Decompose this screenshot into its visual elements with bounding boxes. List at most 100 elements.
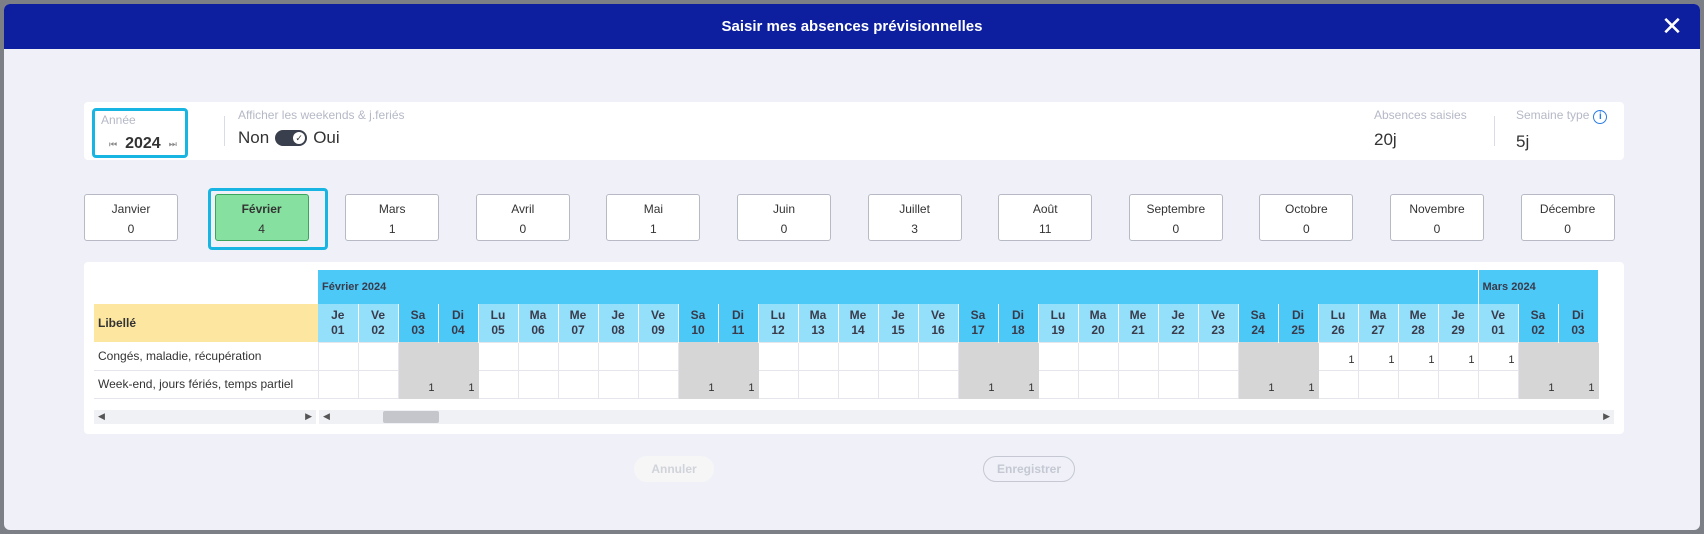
day-header: Me 28 xyxy=(1398,304,1439,342)
month-button[interactable]: Octobre 0 xyxy=(1259,194,1354,241)
toggle-on-label: Oui xyxy=(313,128,340,147)
day-name: Sa xyxy=(410,307,426,322)
month-button[interactable]: Mars 1 xyxy=(345,194,440,241)
day-cell[interactable] xyxy=(357,341,399,371)
day-cell[interactable] xyxy=(917,369,959,399)
check-icon: ✓ xyxy=(293,132,306,144)
day-cell[interactable] xyxy=(517,341,559,371)
day-number: 03 xyxy=(1571,322,1585,337)
day-cell xyxy=(997,341,1039,371)
month-button[interactable]: Décembre 0 xyxy=(1520,194,1615,241)
day-cell[interactable] xyxy=(797,341,839,371)
day-cell[interactable] xyxy=(637,369,679,399)
month-button[interactable]: Août 11 xyxy=(998,194,1093,241)
scroll-left-icon[interactable]: ◀ xyxy=(98,411,105,422)
day-cell[interactable] xyxy=(517,369,559,399)
month-name: Septembre xyxy=(1146,202,1206,216)
day-cell[interactable] xyxy=(1037,341,1079,371)
next-year-icon[interactable]: ⏭ xyxy=(169,139,177,150)
month-button[interactable]: Mai 1 xyxy=(606,194,701,241)
libelle-header: Libellé xyxy=(94,304,318,342)
day-cell[interactable] xyxy=(837,341,879,371)
day-cell[interactable] xyxy=(597,341,639,371)
day-cell[interactable]: 1 xyxy=(1397,341,1439,371)
day-cell xyxy=(677,341,719,371)
day-cell[interactable] xyxy=(1117,341,1159,371)
absences-grid-panel: Février 2024 Mars 2024 Libellé Je 01 Ve 02 Sa… xyxy=(84,262,1624,434)
day-cell[interactable] xyxy=(1397,369,1439,399)
cancel-button[interactable]: Annuler xyxy=(634,456,714,482)
day-number: 26 xyxy=(1331,322,1345,337)
day-cell[interactable] xyxy=(1077,341,1119,371)
month-button[interactable]: Juillet 3 xyxy=(867,194,962,241)
day-cell[interactable] xyxy=(837,369,879,399)
previous-year-icon[interactable]: ⏮ xyxy=(109,139,117,150)
day-cell[interactable]: 1 xyxy=(1437,341,1479,371)
day-number: 08 xyxy=(611,322,625,337)
day-cell[interactable] xyxy=(317,341,359,371)
day-cell[interactable] xyxy=(1477,369,1519,399)
day-number: 29 xyxy=(1451,322,1465,337)
day-cell[interactable] xyxy=(1317,369,1359,399)
scroll-left-icon[interactable]: ◀ xyxy=(323,411,330,422)
day-name: Lu xyxy=(490,307,506,322)
day-cell[interactable] xyxy=(1437,369,1479,399)
day-cell[interactable] xyxy=(757,341,799,371)
month-button[interactable]: Novembre 0 xyxy=(1390,194,1484,241)
day-cell[interactable] xyxy=(357,369,399,399)
day-cell[interactable] xyxy=(1197,369,1239,399)
day-cell[interactable] xyxy=(477,341,519,371)
close-icon[interactable]: ✕ xyxy=(1658,12,1686,40)
scrollbar-thumb[interactable] xyxy=(383,411,439,423)
day-cell[interactable] xyxy=(1077,369,1119,399)
month-button[interactable]: Juin 0 xyxy=(737,194,831,241)
weekend-toggle[interactable]: ✓ xyxy=(275,130,308,146)
day-header: Di 04 xyxy=(438,304,479,342)
day-cell: 1 xyxy=(717,369,759,399)
day-cell[interactable] xyxy=(1357,369,1399,399)
day-cell[interactable] xyxy=(1037,369,1079,399)
day-cell[interactable] xyxy=(877,369,919,399)
day-name: Di xyxy=(1012,307,1024,322)
day-cell[interactable] xyxy=(637,341,679,371)
info-icon[interactable]: i xyxy=(1593,110,1608,124)
day-cell[interactable] xyxy=(877,341,919,371)
scroll-right-icon[interactable]: ▶ xyxy=(1603,411,1610,422)
grid-scrollbar[interactable]: ◀ ▶ xyxy=(319,410,1614,424)
month-count: 0 xyxy=(1433,222,1441,236)
day-cell[interactable] xyxy=(557,341,599,371)
day-cell[interactable]: 1 xyxy=(1357,341,1399,371)
day-cell: 1 xyxy=(677,369,719,399)
day-cell[interactable] xyxy=(597,369,639,399)
day-cell[interactable] xyxy=(317,369,359,399)
day-number: 09 xyxy=(651,322,665,337)
day-cell xyxy=(1557,341,1599,371)
day-cell[interactable]: 1 xyxy=(1317,341,1359,371)
month-name: Mai xyxy=(643,202,664,216)
day-cell[interactable]: 1 xyxy=(1477,341,1519,371)
scroll-right-icon[interactable]: ▶ xyxy=(305,411,312,422)
day-cell[interactable] xyxy=(557,369,599,399)
day-cell[interactable] xyxy=(757,369,799,399)
label-scrollbar[interactable]: ◀ ▶ xyxy=(94,410,316,424)
toggle-off-label: Non xyxy=(238,128,270,147)
day-header: Je 29 xyxy=(1438,304,1479,342)
save-button[interactable]: Enregistrer xyxy=(983,456,1075,482)
month-button[interactable]: Janvier 0 xyxy=(84,194,178,241)
day-cell[interactable] xyxy=(797,369,839,399)
day-cell[interactable] xyxy=(477,369,519,399)
absences-grid: Février 2024 Mars 2024 Libellé Je 01 Ve 02 Sa… xyxy=(94,270,1599,399)
month-count: 0 xyxy=(127,222,135,236)
month-name: Juillet xyxy=(899,202,930,216)
day-cell: 1 xyxy=(1277,369,1319,399)
day-cell xyxy=(717,341,759,371)
day-cell[interactable] xyxy=(917,341,959,371)
month-button[interactable]: Septembre 0 xyxy=(1128,194,1223,241)
day-cell[interactable] xyxy=(1157,369,1199,399)
month-count: 1 xyxy=(388,222,396,236)
day-cell[interactable] xyxy=(1117,369,1159,399)
day-number: 01 xyxy=(1491,322,1505,337)
month-button[interactable]: Avril 0 xyxy=(475,194,570,241)
day-cell[interactable] xyxy=(1157,341,1199,371)
day-cell[interactable] xyxy=(1197,341,1239,371)
